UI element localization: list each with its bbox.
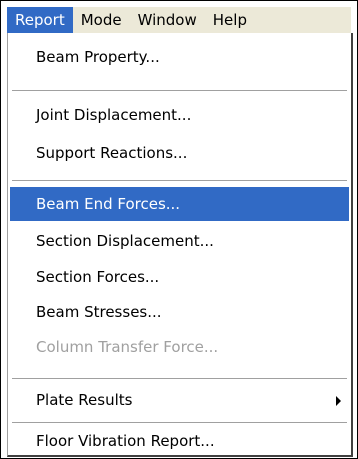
menu-separator [12,180,347,182]
screenshot-frame: Report Mode Window Help Beam Property...… [0,0,358,459]
menubar-mode[interactable]: Mode [73,7,130,33]
menubar-help[interactable]: Help [205,7,255,33]
menu-separator [12,422,347,424]
menubar-window[interactable]: Window [130,7,205,33]
menu-item-joint-displacement[interactable]: Joint Displacement... [10,99,349,131]
menu-item-section-displacement[interactable]: Section Displacement... [10,225,349,257]
menu-item-column-transfer-force: Column Transfer Force... [36,338,219,356]
menu-item-label: Plate Results [36,391,133,409]
menu-item-beam-stresses[interactable]: Beam Stresses... [10,296,349,328]
chevron-right-icon [336,396,341,406]
menu-item-beam-property[interactable]: Beam Property... [10,41,349,73]
menu-item-plate-results[interactable]: Plate Results [10,384,349,416]
menu-item-floor-vibration-report[interactable]: Floor Vibration Report... [10,425,349,457]
menu-item-support-reactions[interactable]: Support Reactions... [10,137,349,169]
menu-item-section-forces[interactable]: Section Forces... [10,261,349,293]
menu-separator [12,378,347,380]
menubar-report[interactable]: Report [7,7,73,33]
report-menu: Beam Property... Joint Displacement... S… [7,33,353,457]
menu-bar: Report Mode Window Help [7,7,351,33]
menu-separator [12,90,347,92]
menu-item-beam-end-forces[interactable]: Beam End Forces... [10,187,349,221]
